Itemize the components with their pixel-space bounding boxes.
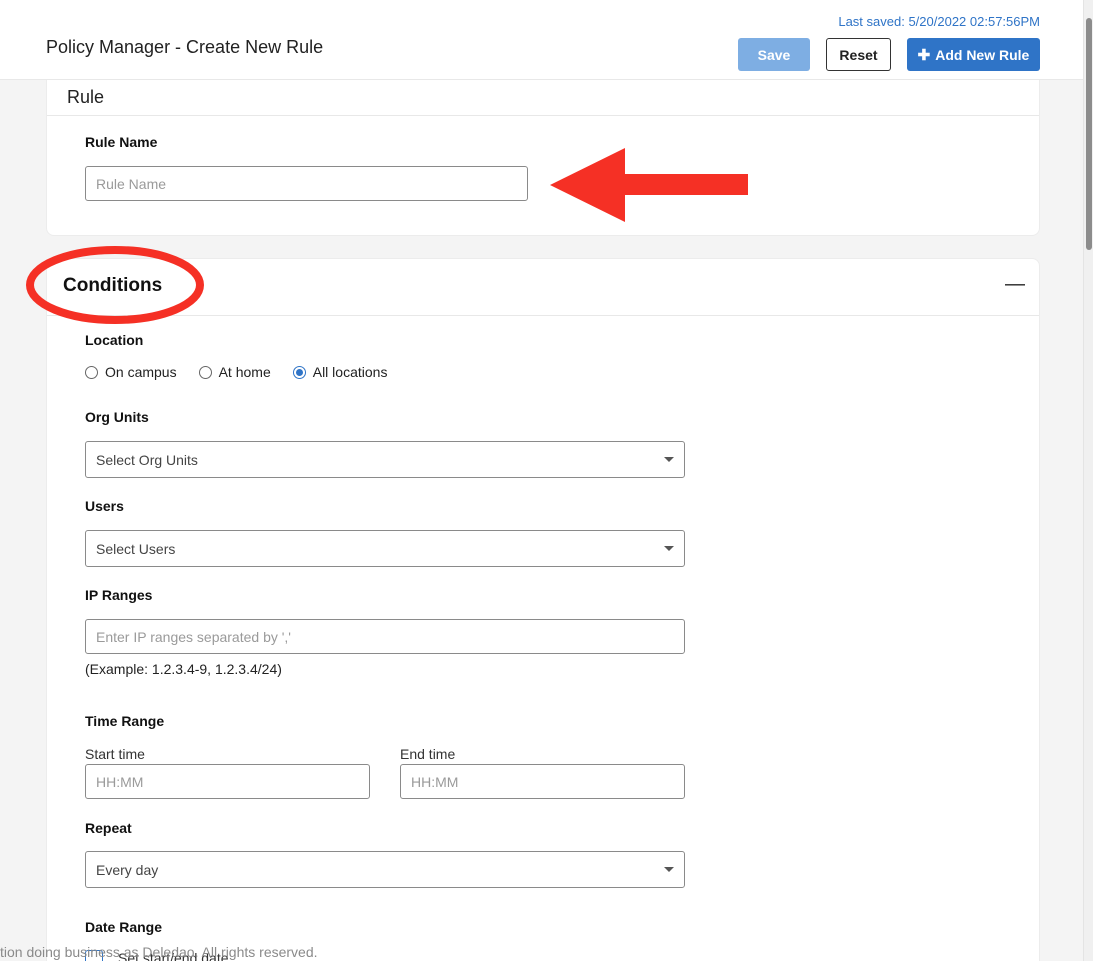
users-value: Select Users <box>96 540 176 557</box>
conditions-section-title: Conditions <box>63 275 163 296</box>
chevron-down-icon <box>664 546 674 551</box>
radio-label: At home <box>218 364 271 380</box>
repeat-value: Every day <box>96 861 159 878</box>
add-new-rule-label: Add New Rule <box>935 46 1030 63</box>
radio-label: All locations <box>312 364 388 380</box>
rule-card-header: Rule <box>47 80 1039 116</box>
rule-card: Rule <box>46 80 1040 236</box>
last-saved-text: Last saved: 5/20/2022 02:57:56PM <box>838 14 1040 29</box>
users-label: Users <box>85 498 124 514</box>
start-time-label: Start time <box>85 746 145 762</box>
chevron-down-icon <box>664 457 674 462</box>
rule-section-title: Rule <box>67 87 105 107</box>
date-range-label: Date Range <box>85 919 163 935</box>
end-time-input[interactable]: HH:MM <box>400 764 685 799</box>
plus-icon: ✚ <box>917 46 931 64</box>
page-header: Policy Manager - Create New Rule Last sa… <box>0 0 1083 80</box>
scrollbar-thumb[interactable] <box>1086 18 1092 250</box>
time-range-label: Time Range <box>85 713 165 729</box>
ip-ranges-label: IP Ranges <box>85 587 153 603</box>
location-radio-group: On campus At home All locations <box>85 364 409 380</box>
radio-circle[interactable] <box>198 365 212 379</box>
radio-circle-selected[interactable] <box>292 365 306 379</box>
location-radio-on-campus[interactable]: On campus <box>85 364 177 380</box>
ip-ranges-input[interactable]: Enter IP ranges separated by ',' <box>85 619 685 654</box>
conditions-card-header[interactable]: Conditions — <box>47 259 1039 316</box>
users-select[interactable]: Select Users <box>85 530 685 567</box>
repeat-select[interactable]: Every day <box>85 851 685 888</box>
repeat-label: Repeat <box>85 820 132 836</box>
org-units-label: Org Units <box>85 409 149 425</box>
rule-name-label: Rule Name <box>85 134 158 150</box>
location-radio-at-home[interactable]: At home <box>198 364 271 380</box>
copyright-text: tion doing business as Deledao. All righ… <box>0 944 318 960</box>
radio-circle[interactable] <box>85 365 98 379</box>
org-units-select[interactable]: Select Org Units <box>85 441 685 478</box>
location-label: Location <box>85 332 144 348</box>
org-units-value: Select Org Units <box>96 451 198 468</box>
reset-button[interactable]: Reset <box>826 38 891 71</box>
save-button[interactable]: Save <box>738 38 810 71</box>
end-time-label: End time <box>400 746 456 762</box>
rule-name-input[interactable]: Rule Name <box>85 166 528 201</box>
minus-icon[interactable]: — <box>1005 273 1025 296</box>
location-radio-all-locations[interactable]: All locations <box>292 364 388 380</box>
radio-label: On campus <box>105 364 177 380</box>
start-time-input[interactable]: HH:MM <box>85 764 370 799</box>
ip-ranges-hint: (Example: 1.2.3.4-9, 1.2.3.4/24) <box>85 661 282 677</box>
add-new-rule-button[interactable]: ✚ Add New Rule <box>907 38 1040 71</box>
chevron-down-icon <box>664 867 674 872</box>
page-title: Policy Manager - Create New Rule <box>46 37 324 57</box>
page-scrollbar[interactable] <box>1083 0 1093 961</box>
